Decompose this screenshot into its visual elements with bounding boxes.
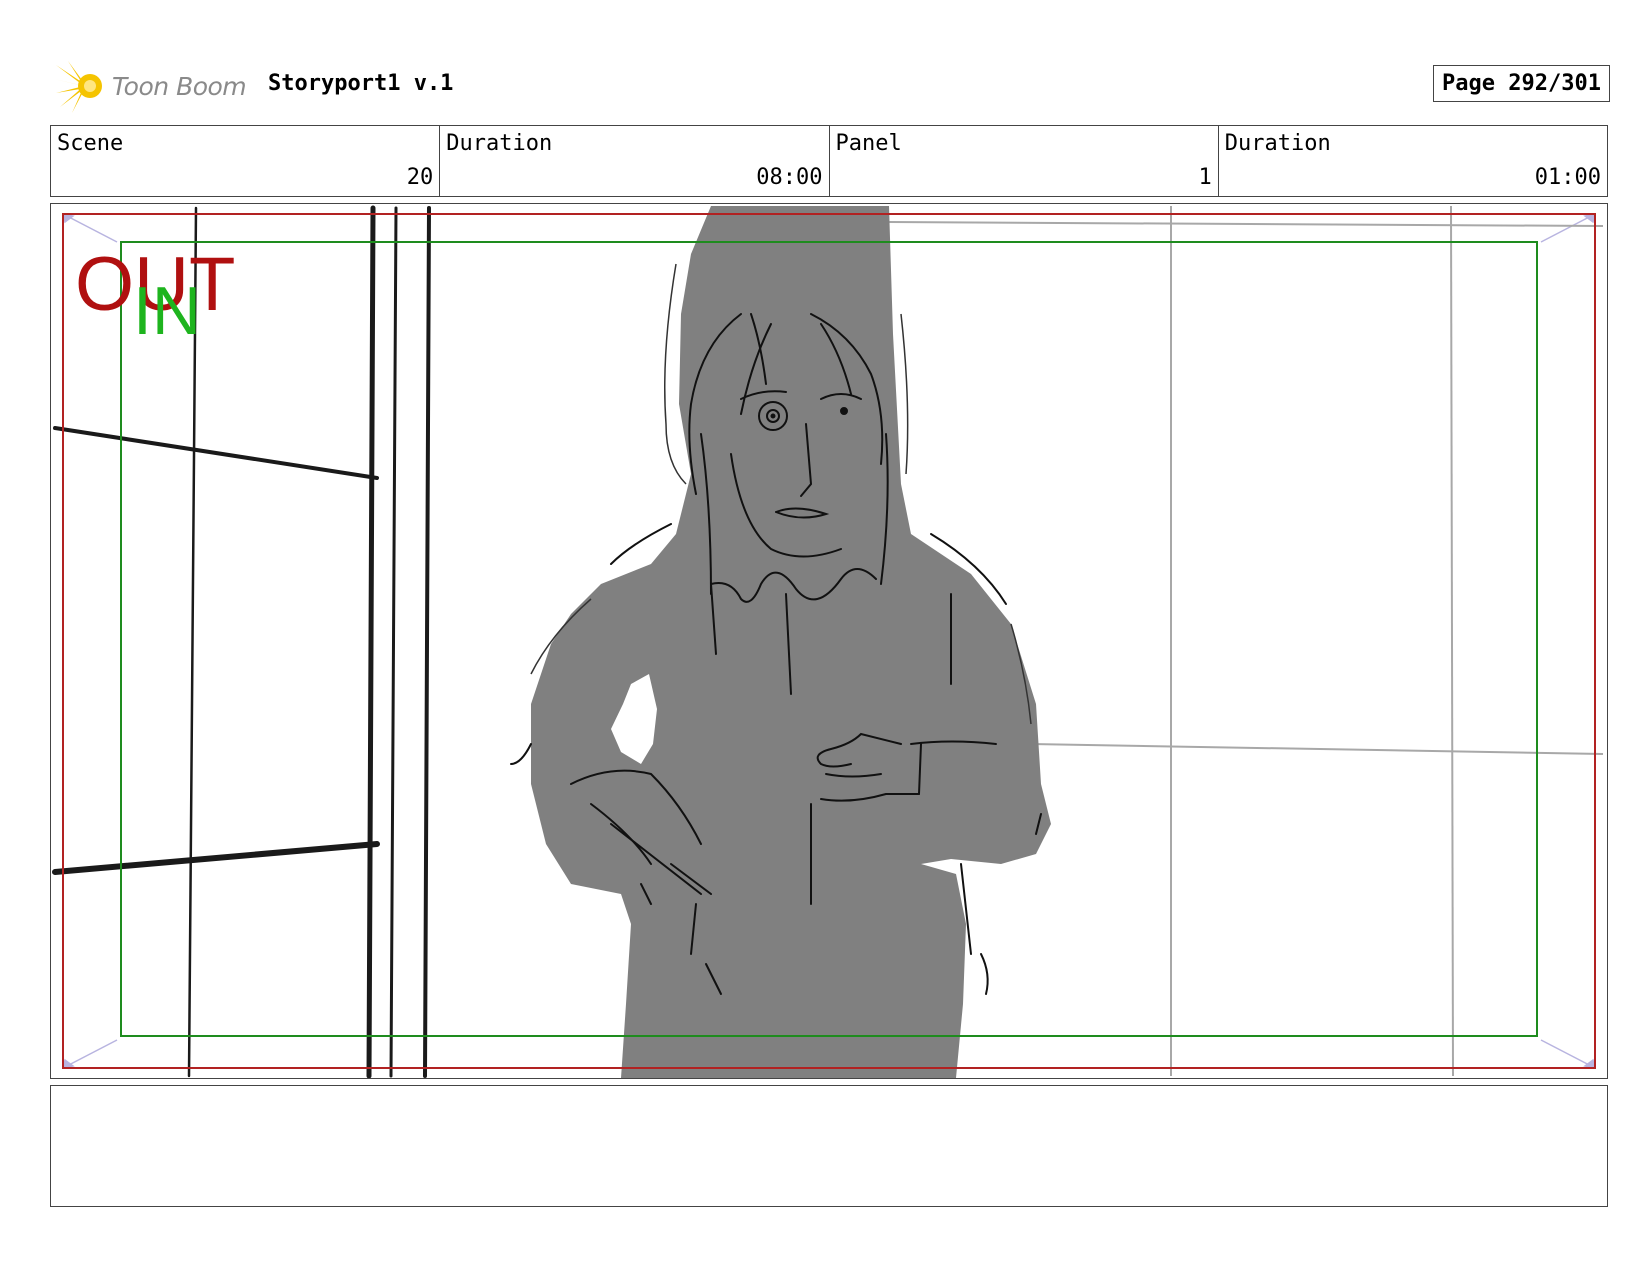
page-indicator: Page 292/301 [1433,65,1610,102]
scene-duration-value: 08:00 [756,165,823,190]
character-silhouette [531,206,1051,1078]
starburst-icon [54,61,102,113]
scene-value: 20 [406,165,434,190]
storyboard-panel: OUT IN [50,203,1608,1079]
page-header: Toon Boom Storyport1 v.1 Page 292/301 [50,55,1610,115]
scene-duration-cell: Duration 08:00 [440,126,830,196]
logo-text: Toon Boom [112,72,247,101]
panel-duration-cell: Duration 01:00 [1219,126,1607,196]
panel-duration-value: 01:00 [1534,165,1601,190]
panel-cell: Panel 1 [830,126,1219,196]
panel-duration-label: Duration [1224,131,1331,156]
in-frame-label: IN [133,273,201,349]
scene-label: Scene [57,131,124,156]
panel-label: Panel [835,131,902,156]
project-title: Storyport1 v.1 [268,71,454,96]
panel-drawing: OUT IN [52,205,1604,1078]
scene-cell: Scene 20 [51,126,441,196]
scene-info-table: Scene 20 Duration 08:00 Panel 1 Duration… [50,125,1608,197]
panel-value: 1 [1198,165,1212,190]
panel-notes-box [50,1085,1608,1207]
toon-boom-logo: Toon Boom [54,59,254,113]
scene-duration-label: Duration [446,131,553,156]
foreground-lines [52,205,431,1078]
